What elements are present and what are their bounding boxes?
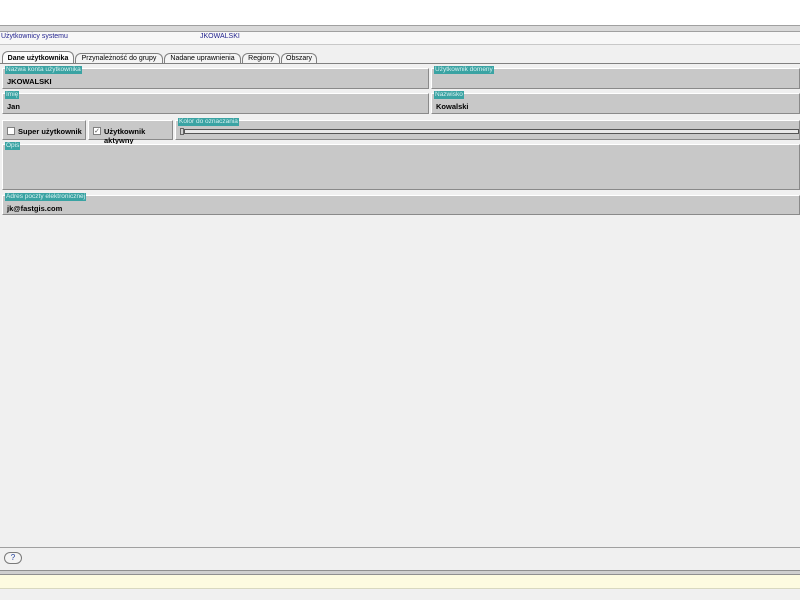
active-user-checkbox[interactable]: ✓: [93, 127, 101, 135]
active-user-checkbox-group[interactable]: ✓ Użytkownik aktywny: [88, 120, 173, 145]
bottom-divider: [0, 547, 800, 548]
last-name-label: Nazwisko: [434, 91, 464, 99]
first-name-label: Imię: [5, 91, 20, 99]
color-slider-thumb[interactable]: [180, 128, 184, 135]
active-user-label: Użytkownik aktywny: [104, 127, 146, 145]
login-label: Nazwa konta użytkownika: [5, 66, 82, 74]
first-name-field[interactable]: Imię Jan: [2, 91, 429, 114]
breadcrumb: Użytkownicy systemu JKOWALSKI: [0, 32, 800, 45]
superuser-checkbox-group[interactable]: Super użytkownik: [2, 120, 86, 140]
domain-user-field[interactable]: Użytkownik domeny: [431, 66, 800, 89]
last-name-value: Kowalski: [436, 102, 469, 111]
color-slider-track[interactable]: [184, 129, 799, 134]
breadcrumb-section[interactable]: Użytkownicy systemu: [1, 33, 68, 40]
tab-regions[interactable]: Regiony: [242, 53, 280, 63]
last-name-field[interactable]: Nazwisko Kowalski: [431, 91, 800, 114]
login-field[interactable]: Nazwa konta użytkownika JKOWALSKI: [2, 66, 429, 89]
domain-user-label: Użytkownik domeny: [434, 66, 494, 74]
email-label: Adres poczty elektronicznej: [5, 193, 87, 201]
tab-areas[interactable]: Obszary: [281, 53, 317, 63]
tab-group-membership[interactable]: Przynależność do grupy: [75, 53, 163, 63]
login-value: JKOWALSKI: [7, 77, 52, 86]
email-value: jk@fastgis.com: [7, 204, 63, 213]
color-field[interactable]: Kolor do oznaczania: [175, 118, 800, 140]
help-question-icon: ?: [10, 553, 16, 562]
first-name-value: Jan: [7, 102, 20, 111]
top-blank-area: [0, 0, 800, 25]
superuser-label: Super użytkownik: [18, 127, 82, 136]
tab-divider: [0, 63, 800, 64]
status-bar: [0, 575, 800, 589]
description-field[interactable]: Opis: [2, 142, 800, 190]
tab-permissions[interactable]: Nadane uprawnienia: [164, 53, 241, 63]
checkmark-icon: ✓: [94, 128, 100, 135]
superuser-checkbox[interactable]: [7, 127, 15, 135]
email-field[interactable]: Adres poczty elektronicznej jk@fastgis.c…: [2, 193, 800, 215]
footer-bottom: [0, 589, 800, 600]
top-toolbar-strip: [0, 25, 800, 32]
help-button[interactable]: ?: [4, 552, 22, 564]
description-label: Opis: [5, 142, 21, 150]
breadcrumb-current: JKOWALSKI: [200, 33, 240, 40]
color-label: Kolor do oznaczania: [178, 118, 239, 126]
